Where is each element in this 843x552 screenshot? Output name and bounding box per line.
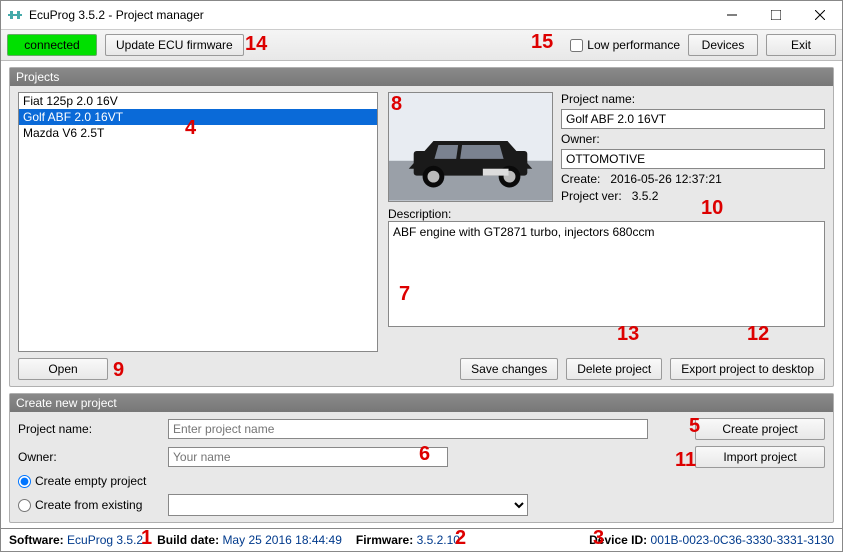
build-value: May 25 2016 18:44:49: [222, 533, 341, 547]
create-label: Create:: [561, 172, 600, 186]
low-performance-input[interactable]: [570, 39, 583, 52]
description-label: Description:: [388, 207, 451, 221]
save-changes-button[interactable]: Save changes: [460, 358, 558, 380]
app-icon: [7, 7, 23, 23]
project-ver-value: 3.5.2: [632, 189, 659, 203]
low-performance-checkbox[interactable]: Low performance: [570, 38, 680, 52]
export-project-button[interactable]: Export project to desktop: [670, 358, 825, 380]
device-id-value: 001B-0023-0C36-3330-3331-3130: [651, 533, 834, 547]
toolbar: connected Update ECU firmware Low perfor…: [1, 29, 842, 61]
exit-button[interactable]: Exit: [766, 34, 836, 56]
projects-list[interactable]: Fiat 125p 2.0 16V Golf ABF 2.0 16VT Mazd…: [18, 92, 378, 352]
low-performance-label: Low performance: [587, 38, 680, 52]
project-name-label: Project name:: [561, 92, 825, 106]
software-value: EcuProg 3.5.2: [67, 533, 143, 547]
new-project-group: Create new project Project name: Create …: [9, 393, 834, 523]
software-label: Software:: [9, 533, 64, 547]
devices-button[interactable]: Devices: [688, 34, 758, 56]
np-owner-label: Owner:: [18, 450, 158, 464]
maximize-button[interactable]: [754, 1, 798, 29]
owner-label: Owner:: [561, 132, 825, 146]
connected-indicator[interactable]: connected: [7, 34, 97, 56]
close-button[interactable]: [798, 1, 842, 29]
project-image: [388, 92, 553, 202]
device-id-label: Device ID:: [589, 533, 647, 547]
titlebar: EcuProg 3.5.2 - Project manager: [1, 1, 842, 29]
projects-group: Projects Fiat 125p 2.0 16V Golf ABF 2.0 …: [9, 67, 834, 387]
description-input[interactable]: [388, 221, 825, 327]
create-project-button[interactable]: Create project: [695, 418, 825, 440]
import-project-button[interactable]: Import project: [695, 446, 825, 468]
statusbar: Software: EcuProg 3.5.2 Build date: May …: [1, 528, 842, 551]
list-item[interactable]: Golf ABF 2.0 16VT: [19, 109, 377, 125]
update-firmware-button[interactable]: Update ECU firmware: [105, 34, 244, 56]
delete-project-button[interactable]: Delete project: [566, 358, 662, 380]
new-project-title: Create new project: [10, 394, 833, 412]
project-ver-label: Project ver:: [561, 189, 622, 203]
np-owner-input[interactable]: [168, 447, 448, 467]
np-name-label: Project name:: [18, 422, 158, 436]
build-label: Build date:: [157, 533, 219, 547]
firmware-label: Firmware:: [356, 533, 413, 547]
list-item[interactable]: Fiat 125p 2.0 16V: [19, 93, 377, 109]
create-empty-radio[interactable]: Create empty project: [18, 474, 685, 488]
projects-group-title: Projects: [10, 68, 833, 86]
np-name-input[interactable]: [168, 419, 648, 439]
create-value: 2016-05-26 12:37:21: [610, 172, 721, 186]
project-name-input[interactable]: [561, 109, 825, 129]
window-title: EcuProg 3.5.2 - Project manager: [29, 8, 710, 22]
existing-project-select[interactable]: [168, 494, 528, 516]
open-button[interactable]: Open: [18, 358, 108, 380]
firmware-value: 3.5.2.10: [417, 533, 460, 547]
minimize-button[interactable]: [710, 1, 754, 29]
owner-input[interactable]: [561, 149, 825, 169]
list-item[interactable]: Mazda V6 2.5T: [19, 125, 377, 141]
create-from-existing-radio[interactable]: Create from existing: [18, 498, 158, 512]
